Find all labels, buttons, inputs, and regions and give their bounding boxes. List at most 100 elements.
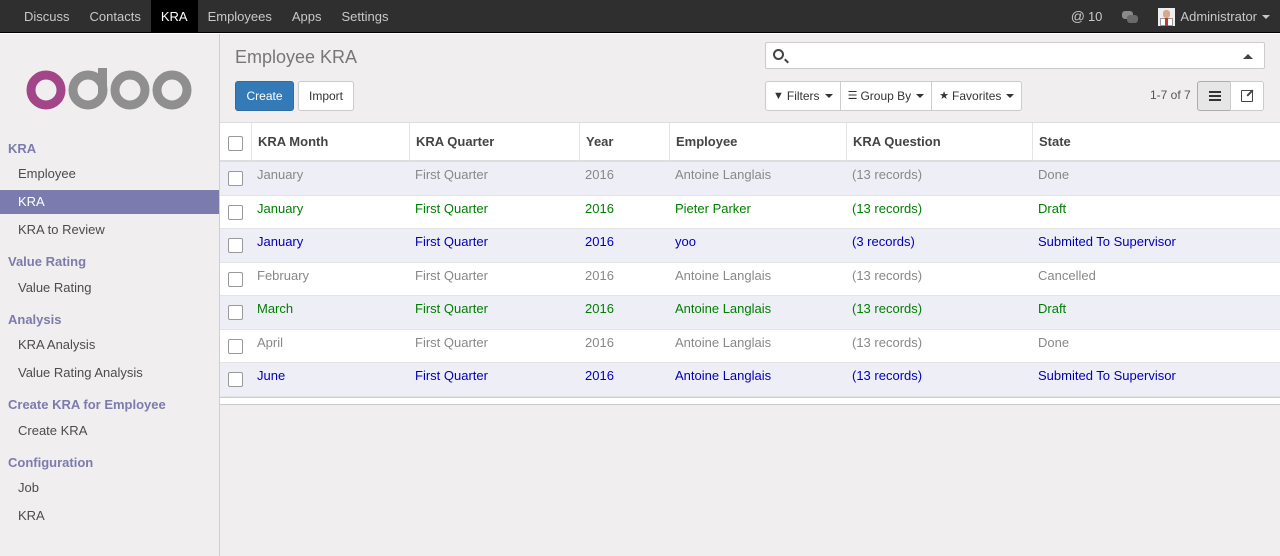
group-by-button[interactable]: ☰ Group By — [839, 81, 933, 111]
row-checkbox[interactable] — [228, 171, 243, 186]
column-state[interactable]: State — [1032, 123, 1280, 161]
cell-state: Draft — [1038, 301, 1067, 316]
table-footer — [220, 396, 1280, 405]
cell-kra-month: January — [257, 200, 304, 216]
sidebar-item-config-kra[interactable]: KRA — [0, 504, 219, 528]
topbar-right: @ 10 Administrator — [1061, 0, 1280, 33]
filter-icon: ▼ — [773, 90, 784, 102]
column-year[interactable]: Year — [579, 123, 669, 161]
chat-button[interactable] — [1112, 0, 1148, 33]
favorites-label: Favorites — [952, 89, 1002, 103]
cell-employee: yoo — [675, 234, 696, 249]
at-icon: @ — [1070, 8, 1085, 24]
cell-year: 2016 — [585, 267, 614, 283]
table-row[interactable]: June First Quarter 2016 Antoine Langlais (13… — [220, 363, 1280, 397]
cell-kra-question: (13 records) — [852, 301, 923, 316]
cell-employee: Antoine Langlais — [675, 301, 772, 316]
cell-year: 2016 — [585, 234, 614, 249]
table-row[interactable]: April First Quarter 2016 Antoine Langlais (1… — [220, 329, 1280, 363]
table-body: January First Quarter 2016 Antoine Langlais… — [220, 162, 1280, 397]
column-kra-question[interactable]: KRA Question — [846, 123, 1032, 161]
menu-contacts[interactable]: Contacts — [80, 0, 151, 33]
page-title: Employee KRA — [235, 47, 358, 67]
cell-kra-month: March — [257, 301, 294, 316]
column-employee[interactable]: Employee — [669, 123, 846, 161]
row-checkbox[interactable] — [228, 204, 243, 220]
menu-discuss[interactable]: Discuss — [14, 0, 80, 33]
cell-kra-month: June — [257, 368, 286, 383]
list-view-button[interactable] — [1197, 81, 1231, 111]
menu-settings[interactable]: Settings — [332, 0, 399, 33]
row-checkbox[interactable] — [228, 372, 243, 387]
favorites-button[interactable]: ★ Favorites — [931, 81, 1023, 111]
table-row[interactable]: January First Quarter 2016 Pieter Parker (13… — [220, 195, 1280, 229]
sidebar-section-analysis: Analysis — [8, 312, 62, 327]
cell-kra-month: April — [257, 334, 284, 350]
filters-button[interactable]: ▼ Filters — [765, 81, 841, 111]
cell-employee: Pieter Parker — [675, 200, 751, 216]
cell-kra-quarter: First Quarter — [415, 368, 488, 383]
sidebar-item-job[interactable]: Job — [0, 476, 219, 500]
user-menu[interactable]: Administrator — [1148, 0, 1280, 33]
column-kra-quarter[interactable]: KRA Quarter — [409, 123, 579, 161]
search-options: ▼ Filters ☰ Group By ★ Favorites — [765, 81, 1023, 111]
table-row[interactable]: January First Quarter 2016 yoo (3 records) Su… — [220, 229, 1280, 263]
sidebar-section-create-kra: Create KRA for Employee — [8, 397, 166, 412]
row-checkbox[interactable] — [228, 305, 243, 320]
sidebar-item-kra-analysis[interactable]: KRA Analysis — [0, 333, 219, 357]
sidebar-section-configuration: Configuration — [8, 455, 94, 470]
notifications-button[interactable]: @ 10 — [1061, 0, 1113, 33]
sidebar: KRA Employee KRA KRA to Review Value Rat… — [0, 34, 220, 556]
pager[interactable]: 1-7 of 7 — [1150, 88, 1191, 102]
cell-state: Submited To Supervisor — [1038, 234, 1176, 249]
menu-apps[interactable]: Apps — [282, 0, 332, 33]
search-icon — [773, 49, 784, 60]
cell-kra-question: (13 records) — [852, 200, 923, 216]
chevron-down-icon — [1006, 94, 1015, 98]
cell-kra-quarter: First Quarter — [415, 267, 488, 283]
table-row[interactable]: January First Quarter 2016 Antoine Langlais… — [220, 162, 1280, 196]
cell-state: Draft — [1038, 200, 1067, 216]
form-view-button[interactable] — [1230, 81, 1264, 111]
row-checkbox[interactable] — [228, 271, 243, 287]
cell-kra-quarter: First Quarter — [415, 234, 488, 249]
chevron-down-icon — [916, 94, 925, 98]
table-row[interactable]: February First Quarter 2016 Antoine Langlai… — [220, 262, 1280, 296]
cell-year: 2016 — [585, 334, 614, 350]
create-button[interactable]: Create — [235, 81, 294, 111]
table-row[interactable]: March First Quarter 2016 Antoine Langlais (1… — [220, 296, 1280, 330]
cell-kra-quarter: First Quarter — [415, 301, 488, 316]
cell-kra-quarter: First Quarter — [415, 334, 488, 350]
bars-icon: ☰ — [847, 90, 858, 102]
sidebar-item-value-rating[interactable]: Value Rating — [0, 276, 219, 300]
row-checkbox[interactable] — [228, 338, 243, 354]
cell-kra-quarter: First Quarter — [415, 167, 488, 182]
menu-employees[interactable]: Employees — [198, 0, 282, 33]
cell-kra-question: (13 records) — [852, 334, 923, 350]
cell-kra-month: February — [257, 267, 310, 283]
cell-kra-month: January — [257, 167, 304, 182]
cell-employee: Antoine Langlais — [675, 368, 772, 383]
cell-kra-quarter: First Quarter — [415, 200, 488, 216]
sidebar-item-kra-to-review[interactable]: KRA to Review — [0, 218, 219, 242]
cell-employee: Antoine Langlais — [675, 267, 772, 283]
sidebar-item-employee[interactable]: Employee — [0, 162, 219, 186]
cell-state: Cancelled — [1038, 267, 1096, 283]
search-toggle-icon[interactable] — [1243, 54, 1253, 59]
row-checkbox[interactable] — [228, 238, 243, 253]
select-all-checkbox[interactable] — [228, 136, 243, 151]
cell-kra-question: (13 records) — [852, 368, 923, 383]
menu-kra[interactable]: KRA — [150, 0, 198, 33]
cell-state: Done — [1038, 167, 1070, 182]
cell-kra-question: (13 records) — [852, 167, 923, 182]
sidebar-item-create-kra[interactable]: Create KRA — [0, 419, 219, 443]
cell-kra-month: January — [257, 234, 304, 249]
search-input[interactable] — [765, 42, 1265, 69]
cell-state: Submited To Supervisor — [1038, 368, 1176, 383]
import-button[interactable]: Import — [298, 81, 354, 111]
sidebar-item-kra[interactable]: KRA — [0, 190, 219, 214]
chevron-down-icon — [1262, 14, 1270, 19]
notifications-count: 10 — [1087, 9, 1103, 24]
sidebar-item-value-rating-analysis[interactable]: Value Rating Analysis — [0, 361, 219, 385]
column-kra-month[interactable]: KRA Month — [251, 123, 409, 161]
